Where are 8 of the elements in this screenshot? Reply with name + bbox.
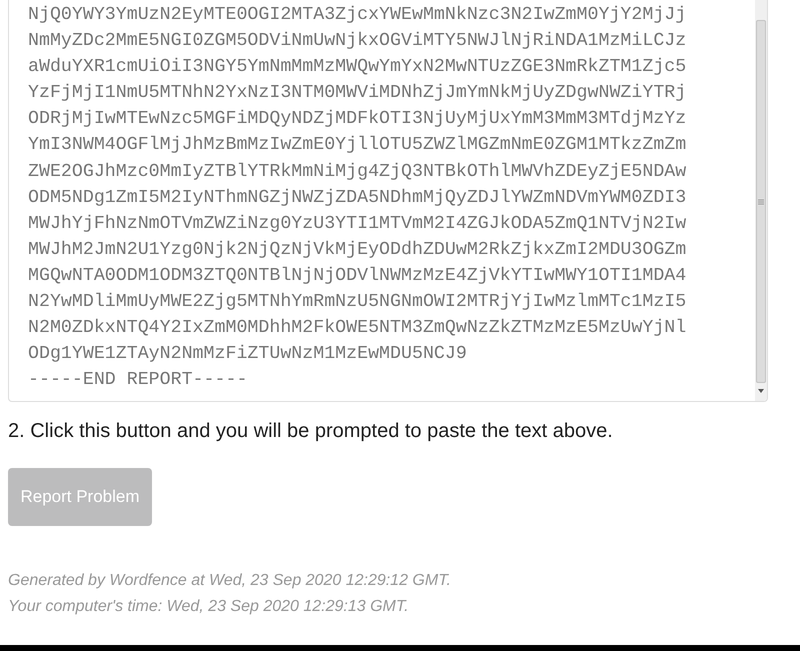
report-textarea[interactable]	[8, 0, 768, 402]
footer-text: Generated by Wordfence at Wed, 23 Sep 2020 12:29:12 GMT.	[8, 571, 452, 591]
down-arrow-icon[interactable]	[758, 389, 764, 393]
footer-text: Your computer's time: Wed, 23 Sep 2020 12:29:13 GMT.	[8, 597, 410, 617]
scrollbar[interactable]	[755, 0, 767, 401]
instruction-text: 2. Click this button and you will be prompted to paste the text above.	[8, 420, 614, 443]
grip-icon	[758, 198, 764, 204]
report-text: NjQ0YWY3YmUzN2EyMTE0OGI2MTA3ZjcxYWEwMmNkNzc3N2IwZmM0YjY2MjJj NmMyZDc2MmE5NGI0ZGM5ODViNmUwNjkxOGViMTY5NWJlNjRiNDA1MzMiLCJz aWduYXR1cmUiOiI3NGY5YmNmMmMzMWQwYmYxN2MwNTUzZGE3NmRkZTM1Zjc5 YzFjMjI1NmU5MTNhN2YxNzI3NTM0MWViMDNhZjJmYmNkMjUyZDgwNWZiYTRj ODRjMjIwMTEwNzc5MGFiMDQyNDZjMDFkOTI3NjUyMjUxYmM3MmM3MTdjMzYz YmI3NWM4OGFlMjJhMzBmMzIwZmE0YjllOTU5ZWZlMGZmNmE0ZGM1MTkzZmZm ZWE2OGJhMzc0MmIyZTBlYTRkMmNiMjg4ZjQ3NTBkOThlMWVhZDEyZjE5NDAw ODM5NDg1ZmI5M2IyNThmNGZjNWZjZDA5NDhmMjQyZDJlYWZmNDVmYWM0ZDI3 MWJhYjFhNzNmOTVmZWZiNzg0YzU3YTI1MTVmM2I4ZGJkODA5ZmQ1NTVjN2Iw MWJhM2JmN2U1Yzg0Njk2NjQzNjVkMjEyODdhZDUwM2RkZjkxZmI2MDU3OGZm MGQwNTA0ODM1ODM3ZTQ0NTBlNjNjODVlNWMzMzE4ZjVkYTIwMWY1OTI1MDA4 N2YwMDliMmUyMWE2Zjg5MTNhYmRmNzU5NGNmOWI2MTRjYjIwMzlmMTc1MzI5 N2M0ZDkxNTQ4Y2IxZmM0MDhhM2FkOWE5NTM3ZmQwNzZkZTMzMzE5MzUwYjNl ODg1YWE1ZTAyN2NmMzFiZTUwNzM1MzEwMDU5NCJ9 -----END REPORT-----	[27, 4, 688, 392]
